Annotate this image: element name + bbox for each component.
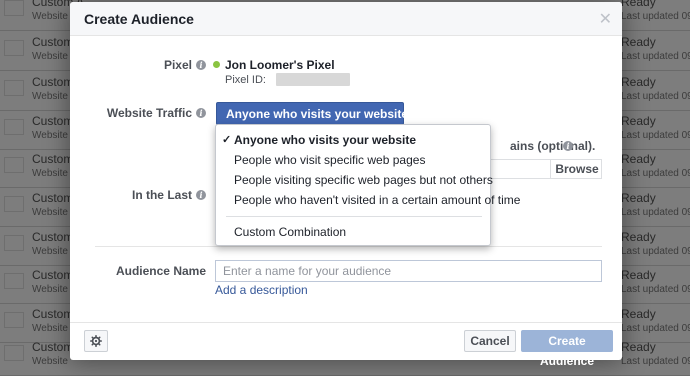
audience-status: Ready [621, 114, 656, 128]
audience-type: Website [32, 130, 68, 141]
row-checkbox [4, 196, 24, 212]
create-audience-button: Create Audience [521, 330, 613, 368]
browse-button[interactable]: Browse [550, 159, 603, 179]
audience-updated: Last updated 09/1 [621, 168, 690, 179]
pixel-name: Jon Loomer's Pixel [225, 58, 335, 72]
dialog-header: Create Audience ✕ [70, 2, 622, 36]
menu-item-label: People visiting specific web pages but n… [234, 173, 493, 187]
info-icon[interactable]: i [563, 141, 573, 151]
dialog-footer: Cancel Create Audience [70, 322, 622, 368]
audience-updated: Last updated 09/1 [621, 51, 690, 62]
audience-status: Ready [621, 268, 656, 282]
audience-type: Website [32, 207, 68, 218]
menu-divider [226, 216, 482, 217]
menu-item-label: People who haven't visited in a certain … [234, 193, 521, 207]
menu-item-specific-pages[interactable]: People who visit specific web pages [216, 150, 490, 170]
row-checkbox [4, 345, 24, 361]
info-icon[interactable]: i [196, 108, 206, 118]
audience-status: Ready [621, 340, 656, 354]
audience-type: Website [32, 51, 68, 62]
menu-item-label: Anyone who visits your website [234, 133, 417, 147]
pixel-id-label: Pixel ID: [225, 74, 266, 86]
gear-icon [90, 335, 102, 347]
row-checkbox [4, 80, 24, 96]
audience-status: Ready [621, 307, 656, 321]
row-checkbox [4, 0, 24, 16]
audience-updated: Last updated 09/1 [621, 91, 690, 102]
audience-type: Website [32, 323, 68, 334]
audience-status: Ready [621, 0, 656, 9]
add-description-link[interactable]: Add a description [215, 283, 308, 297]
caret-down-icon [413, 112, 422, 118]
row-checkbox [4, 119, 24, 135]
audience-status: Ready [621, 191, 656, 205]
audience-updated: Last updated 09/1 [621, 246, 690, 257]
menu-item-custom-combination[interactable]: Custom Combination [216, 222, 490, 242]
menu-item-not-visited[interactable]: People who haven't visited in a certain … [216, 190, 520, 210]
in-the-last-label: In the Last [131, 188, 192, 202]
audience-status: Ready [621, 152, 656, 166]
audience-updated: Last updated 09/1 [621, 130, 690, 141]
divider [95, 246, 602, 247]
settings-button[interactable] [84, 330, 108, 352]
menu-item-anyone[interactable]: ✓ Anyone who visits your website [216, 130, 490, 150]
website-traffic-dropdown[interactable]: Anyone who visits your website [216, 102, 422, 125]
domains-label: ains (optional). [510, 139, 596, 153]
row-checkbox [4, 312, 24, 328]
audience-type: Website [32, 168, 68, 179]
audience-updated: Last updated 09/1 [621, 11, 690, 22]
audience-type: Website [32, 284, 68, 295]
check-icon: ✓ [222, 134, 232, 146]
website-traffic-menu: ✓ Anyone who visits your website People … [215, 124, 520, 246]
audience-status: Ready [621, 75, 656, 89]
audience-status: Ready [621, 230, 656, 244]
menu-item-label: Custom Combination [234, 225, 347, 239]
create-audience-dialog: Create Audience ✕ Pixel i Jon Loomer's P… [70, 2, 622, 368]
audience-updated: Last updated 09/1 [621, 207, 690, 218]
website-traffic-label: Website Traffic [106, 106, 192, 120]
menu-item-specific-not-others[interactable]: People visiting specific web pages but n… [216, 170, 493, 190]
info-icon[interactable]: i [196, 60, 206, 70]
website-traffic-selected: Anyone who visits your website [226, 107, 409, 121]
audience-status: Ready [621, 35, 656, 49]
audience-type: Website [32, 246, 68, 257]
audience-name-input[interactable] [215, 260, 602, 282]
row-checkbox [4, 157, 24, 173]
menu-item-label: People who visit specific web pages [234, 153, 426, 167]
info-icon[interactable]: i [196, 190, 206, 200]
audience-name-label: Audience Name [115, 264, 206, 278]
audience-updated: Last updated 09/1 [621, 284, 690, 295]
row-checkbox [4, 273, 24, 289]
cancel-button[interactable]: Cancel [464, 330, 516, 352]
audience-type: Website [32, 11, 68, 22]
pixel-label: Pixel [163, 58, 192, 72]
row-checkbox [4, 235, 24, 251]
close-icon[interactable]: ✕ [599, 9, 612, 29]
audience-type: Website [32, 356, 68, 367]
pixel-status-dot [213, 61, 220, 68]
audience-updated: Last updated 09/1 [621, 323, 690, 334]
dialog-title: Create Audience [84, 11, 194, 27]
audience-updated: Last updated 09/1 [621, 356, 690, 367]
pixel-id-redacted [276, 73, 350, 86]
audience-type: Website [32, 91, 68, 102]
row-checkbox [4, 40, 24, 56]
